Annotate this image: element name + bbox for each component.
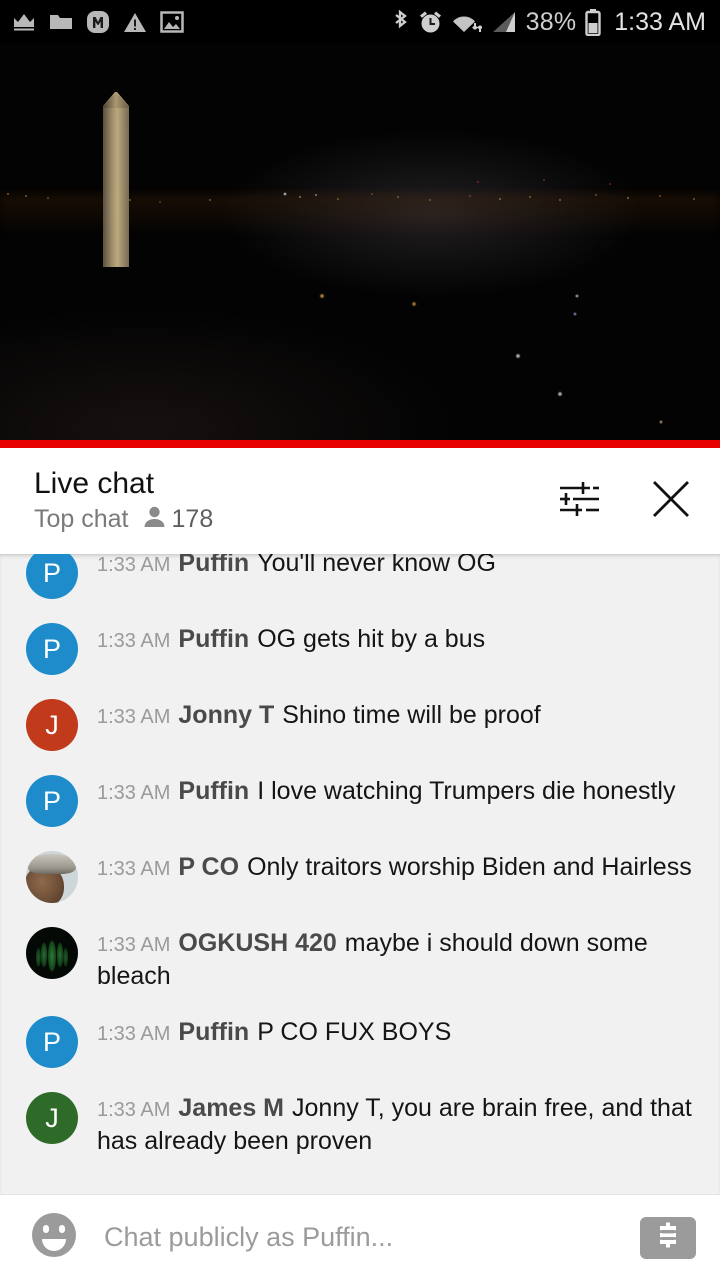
emoji-smiley-icon xyxy=(29,1210,79,1265)
bluetooth-icon xyxy=(392,9,409,35)
close-x-icon xyxy=(649,477,693,526)
chat-message-list[interactable]: P 1:33 AM Puffin You'll never know OG P 1:33 … xyxy=(0,554,720,1194)
message-author[interactable]: Puffin xyxy=(178,1018,249,1046)
message-timestamp: 1:33 AM xyxy=(97,1099,171,1121)
message-text: You'll never know OG xyxy=(257,554,496,577)
chat-header-titles: Live chat Top chat 178 xyxy=(34,466,213,534)
video-progress-fill xyxy=(0,440,720,448)
message-timestamp: 1:33 AM xyxy=(97,706,171,728)
message-body: 1:33 AM P CO Only traitors worship Biden a… xyxy=(97,849,692,884)
message-body: 1:33 AM Puffin P CO FUX BOYS xyxy=(97,1014,451,1049)
foreground-lights xyxy=(0,234,720,448)
tune-sliders-icon xyxy=(557,479,601,524)
folder-icon xyxy=(49,12,73,32)
message-timestamp: 1:33 AM xyxy=(97,934,171,956)
emoji-picker-button[interactable] xyxy=(28,1212,80,1264)
avatar[interactable] xyxy=(26,927,78,979)
viewer-count: 178 xyxy=(143,504,214,534)
message-author[interactable]: Puffin xyxy=(178,625,249,653)
clock-label: 1:33 AM xyxy=(614,7,706,36)
chat-message[interactable]: P 1:33 AM Puffin You'll never know OG xyxy=(0,554,720,610)
chat-header-actions xyxy=(552,474,698,528)
message-text: OG gets hit by a bus xyxy=(257,625,486,653)
chat-input[interactable] xyxy=(104,1222,640,1253)
message-author[interactable]: Puffin xyxy=(178,777,249,805)
chat-input-bar xyxy=(0,1194,720,1280)
chat-message[interactable]: 1:33 AM OGKUSH 420 maybe i should down som… xyxy=(0,914,720,1003)
message-text: Shino time will be proof xyxy=(282,701,541,729)
crown-icon xyxy=(12,12,36,32)
alarm-clock-icon xyxy=(418,10,443,35)
message-timestamp: 1:33 AM xyxy=(97,1023,171,1045)
avatar[interactable] xyxy=(26,851,78,903)
dollar-sign-icon xyxy=(653,1220,683,1255)
message-text: P CO FUX BOYS xyxy=(257,1018,452,1046)
live-chat-header: Live chat Top chat 178 xyxy=(0,448,720,554)
status-bar-left-icons xyxy=(12,10,184,34)
viewer-count-label: 178 xyxy=(171,504,214,533)
cell-signal-icon xyxy=(491,10,517,34)
message-body: 1:33 AM Puffin I love watching Trumpers di… xyxy=(97,773,675,808)
person-icon xyxy=(143,505,166,534)
chat-header-subrow: Top chat 178 xyxy=(34,505,213,534)
status-bar-right-icons: 38% 1:33 AM xyxy=(392,8,706,37)
message-body: 1:33 AM Puffin You'll never know OG xyxy=(97,554,496,580)
message-timestamp: 1:33 AM xyxy=(97,554,171,576)
avatar[interactable]: P xyxy=(26,775,78,827)
message-author[interactable]: Puffin xyxy=(178,554,249,577)
video-progress-bar[interactable] xyxy=(0,440,720,448)
message-timestamp: 1:33 AM xyxy=(97,782,171,804)
avatar[interactable]: P xyxy=(26,1016,78,1068)
city-lights xyxy=(0,164,720,244)
phone-screen: 38% 1:33 AM Live chat Top chat 178 P 1:3… xyxy=(0,0,720,1280)
message-body: 1:33 AM OGKUSH 420 maybe i should down som… xyxy=(97,925,702,992)
message-timestamp: 1:33 AM xyxy=(97,630,171,652)
status-bar: 38% 1:33 AM xyxy=(0,0,720,44)
chat-mode-label[interactable]: Top chat xyxy=(34,505,129,534)
message-timestamp: 1:33 AM xyxy=(97,858,171,880)
image-icon xyxy=(160,11,184,33)
avatar[interactable]: J xyxy=(26,1092,78,1144)
battery-icon xyxy=(585,8,601,36)
chat-message[interactable]: P 1:33 AM Puffin OG gets hit by a bus xyxy=(0,610,720,686)
message-text: I love watching Trumpers die honestly xyxy=(257,777,676,805)
message-author[interactable]: James M xyxy=(178,1094,284,1122)
wifi-icon xyxy=(452,10,482,34)
message-body: 1:33 AM Jonny T Shino time will be proof xyxy=(97,697,541,732)
super-chat-button[interactable] xyxy=(640,1216,696,1259)
close-chat-button[interactable] xyxy=(644,474,698,528)
circled-m-icon xyxy=(86,10,110,34)
chat-message[interactable]: J 1:33 AM Jonny T Shino time will be proof xyxy=(0,686,720,762)
message-author[interactable]: P CO xyxy=(178,853,239,881)
message-author[interactable]: Jonny T xyxy=(178,701,274,729)
video-player[interactable] xyxy=(0,44,720,448)
page-title: Live chat xyxy=(34,466,155,500)
battery-percent-label: 38% xyxy=(525,7,577,36)
chat-message[interactable]: J 1:33 AM James M Jonny T, you are brain fr… xyxy=(0,1079,720,1168)
message-body: 1:33 AM James M Jonny T, you are brain fre… xyxy=(97,1090,702,1157)
chat-message[interactable]: P 1:33 AM Puffin I love watching Trumpers d… xyxy=(0,762,720,838)
avatar[interactable]: P xyxy=(26,623,78,675)
chat-message[interactable]: 1:33 AM P CO Only traitors worship Biden a… xyxy=(0,838,720,914)
warning-triangle-icon xyxy=(123,12,147,33)
message-body: 1:33 AM Puffin OG gets hit by a bus xyxy=(97,621,485,656)
chat-message[interactable]: P 1:33 AM Puffin P CO FUX BOYS xyxy=(0,1003,720,1079)
message-author[interactable]: OGKUSH 420 xyxy=(178,929,336,957)
chat-settings-button[interactable] xyxy=(552,474,606,528)
avatar[interactable]: P xyxy=(26,554,78,599)
avatar[interactable]: J xyxy=(26,699,78,751)
message-text: Only traitors worship Biden and Hairless xyxy=(247,853,692,881)
